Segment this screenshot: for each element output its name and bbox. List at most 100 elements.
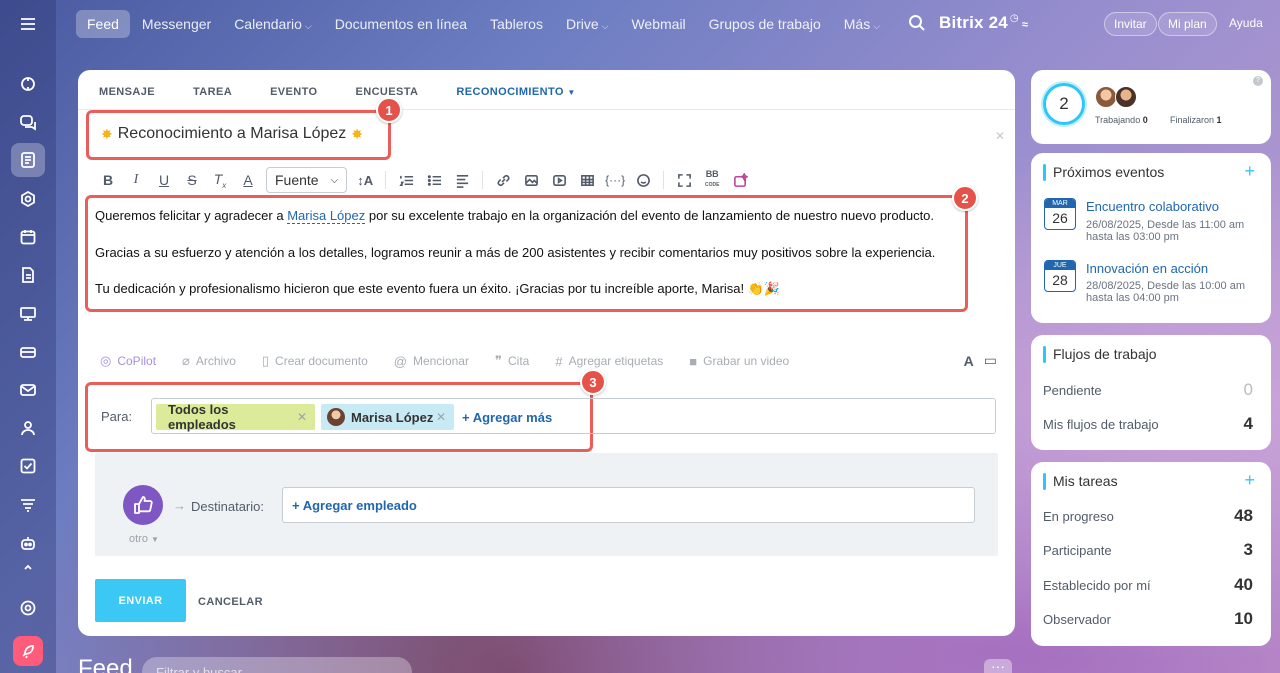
bullet-list-icon[interactable] bbox=[420, 172, 448, 189]
chat-icon[interactable] bbox=[11, 105, 45, 139]
events-title[interactable]: Próximos eventos bbox=[1043, 164, 1164, 181]
emoji-icon[interactable] bbox=[629, 172, 657, 189]
tab-evento[interactable]: EVENTO bbox=[270, 86, 317, 98]
more-icon[interactable]: ··· bbox=[984, 659, 1012, 673]
search-icon[interactable] bbox=[908, 14, 926, 32]
contacts-icon[interactable] bbox=[11, 411, 45, 445]
nav-mas[interactable]: Más ⌵ bbox=[833, 10, 891, 38]
cancel-button[interactable]: CANCELAR bbox=[198, 596, 263, 608]
nav-tableros[interactable]: Tableros bbox=[479, 10, 554, 38]
robot-icon[interactable] bbox=[11, 526, 45, 560]
recipient-chip-user[interactable]: Marisa López ✕ bbox=[321, 404, 454, 430]
workflows-title[interactable]: Flujos de trabajo bbox=[1043, 346, 1157, 363]
brand-logo[interactable]: Bitrix 24 ◷≈ bbox=[939, 13, 1028, 33]
tasks-title[interactable]: Mis tareas bbox=[1043, 473, 1118, 490]
nav-drive[interactable]: Drive ⌵ bbox=[555, 10, 620, 38]
add-task-icon[interactable]: + bbox=[1244, 470, 1255, 491]
body-paragraph-2[interactable]: Gracias a su esfuerzo y atención a los d… bbox=[95, 245, 935, 260]
add-employee-link[interactable]: + Agregar empleado bbox=[292, 498, 417, 513]
create-document-button[interactable]: ▯ Crear documento bbox=[262, 353, 368, 369]
text-color-icon[interactable]: A bbox=[234, 172, 262, 188]
nav-webmail[interactable]: Webmail bbox=[620, 10, 696, 38]
working-value: 0 bbox=[1142, 115, 1148, 125]
rocket-icon[interactable] bbox=[13, 636, 43, 666]
feed-icon[interactable] bbox=[11, 143, 45, 177]
align-icon[interactable] bbox=[448, 172, 476, 189]
task-row[interactable]: Establecido por mí 40 bbox=[1043, 575, 1253, 595]
mail-icon[interactable] bbox=[11, 373, 45, 407]
italic-icon[interactable]: I bbox=[122, 172, 150, 188]
nav-calendario[interactable]: Calendario ⌵ bbox=[223, 10, 323, 38]
underline-icon[interactable]: U bbox=[150, 172, 178, 188]
remove-icon[interactable]: ✕ bbox=[297, 410, 307, 424]
add-tags-button[interactable]: # Agregar etiquetas bbox=[555, 354, 663, 369]
font-select[interactable]: Fuente ⌵ bbox=[266, 167, 348, 193]
workflow-row[interactable]: Mis flujos de trabajo 4 bbox=[1043, 414, 1253, 434]
image-icon[interactable] bbox=[517, 172, 545, 189]
quote-button[interactable]: ❞ Cita bbox=[495, 353, 529, 369]
send-button[interactable]: ENVIAR bbox=[95, 579, 186, 622]
nav-messenger[interactable]: Messenger bbox=[131, 10, 222, 38]
strikethrough-icon[interactable]: S bbox=[178, 172, 206, 188]
ai-image-icon[interactable] bbox=[726, 172, 754, 189]
attach-file-button[interactable]: ⌀ Archivo bbox=[182, 353, 236, 369]
workflow-row[interactable]: Pendiente 0 bbox=[1043, 380, 1253, 400]
post-title[interactable]: ✸ Reconocimiento a Marisa López ✸ bbox=[96, 125, 368, 143]
body-paragraph-1[interactable]: Queremos felicitar y agradecer a Marisa … bbox=[95, 208, 934, 224]
add-more-recipients-link[interactable]: + Agregar más bbox=[462, 410, 552, 425]
event-link[interactable]: Encuentro colaborativo bbox=[1086, 199, 1219, 214]
recipients-field[interactable]: Todos los empleados ✕ Marisa López ✕ + Agr… bbox=[151, 398, 996, 434]
tab-reconocimiento[interactable]: RECONOCIMIENTO ▼ bbox=[456, 86, 575, 98]
recipient-chip-all[interactable]: Todos los empleados ✕ bbox=[156, 402, 315, 432]
nav-documentos[interactable]: Documentos en línea bbox=[324, 10, 478, 38]
bbcode-icon[interactable]: BB CODE bbox=[698, 170, 726, 190]
nav-grupos[interactable]: Grupos de trabajo bbox=[698, 10, 832, 38]
bold-icon[interactable]: B bbox=[94, 172, 122, 188]
font-size-icon[interactable]: ↕A bbox=[351, 173, 379, 188]
task-row[interactable]: Participante 3 bbox=[1043, 540, 1253, 560]
badge-type-select[interactable]: otro ▼ bbox=[129, 533, 159, 545]
menu-icon[interactable] bbox=[11, 7, 45, 41]
clear-format-icon[interactable]: Tx bbox=[206, 171, 234, 190]
mention-button[interactable]: @ Mencionar bbox=[394, 354, 469, 369]
code-icon[interactable]: {···} bbox=[601, 173, 629, 187]
tab-mensaje[interactable]: MENSAJE bbox=[99, 86, 155, 98]
settings-icon[interactable] bbox=[11, 591, 45, 625]
record-video-button[interactable]: ■ Grabar un video bbox=[689, 354, 789, 369]
fullscreen-icon[interactable] bbox=[670, 172, 698, 189]
calendar-icon[interactable] bbox=[11, 220, 45, 254]
groups-icon[interactable] bbox=[11, 182, 45, 216]
copilot-icon[interactable] bbox=[11, 67, 45, 101]
badge-selector[interactable] bbox=[123, 485, 163, 525]
event-link[interactable]: Innovación en acción bbox=[1086, 261, 1208, 276]
table-icon[interactable] bbox=[573, 172, 601, 189]
feed-search-input[interactable]: Filtrar y buscar bbox=[142, 657, 412, 673]
text-format-icon[interactable]: A bbox=[964, 353, 974, 369]
employee-field[interactable]: + Agregar empleado bbox=[282, 487, 975, 523]
copilot-button[interactable]: ◎ CoPilot bbox=[100, 353, 156, 369]
filter-icon[interactable] bbox=[11, 488, 45, 522]
status-counter[interactable]: 2 bbox=[1043, 83, 1085, 125]
tab-tarea[interactable]: TAREA bbox=[193, 86, 232, 98]
mention-link[interactable]: Marisa López bbox=[287, 208, 366, 224]
panel-toggle-icon[interactable]: ▭ bbox=[984, 352, 997, 369]
task-row[interactable]: En progreso 48 bbox=[1043, 506, 1253, 526]
documents-icon[interactable] bbox=[11, 258, 45, 292]
nav-feed[interactable]: Feed bbox=[76, 10, 130, 38]
link-icon[interactable] bbox=[489, 172, 517, 189]
invite-button[interactable]: Invitar bbox=[1104, 12, 1157, 36]
add-event-icon[interactable]: + bbox=[1244, 161, 1255, 182]
boards-icon[interactable] bbox=[11, 297, 45, 331]
help-icon[interactable]: ? bbox=[1253, 76, 1263, 86]
collapse-icon[interactable] bbox=[11, 557, 45, 577]
body-paragraph-3[interactable]: Tu dedicación y profesionalismo hicieron… bbox=[95, 281, 780, 297]
video-icon[interactable] bbox=[545, 172, 573, 189]
numbered-list-icon[interactable] bbox=[392, 172, 420, 189]
tasks-icon[interactable] bbox=[11, 449, 45, 483]
my-plan-button[interactable]: Mi plan bbox=[1158, 12, 1217, 36]
drive-icon[interactable] bbox=[11, 335, 45, 369]
help-link[interactable]: Ayuda bbox=[1229, 16, 1263, 30]
task-row[interactable]: Observador 10 bbox=[1043, 609, 1253, 629]
close-icon[interactable]: ✕ bbox=[995, 129, 1005, 143]
remove-icon[interactable]: ✕ bbox=[436, 410, 446, 424]
